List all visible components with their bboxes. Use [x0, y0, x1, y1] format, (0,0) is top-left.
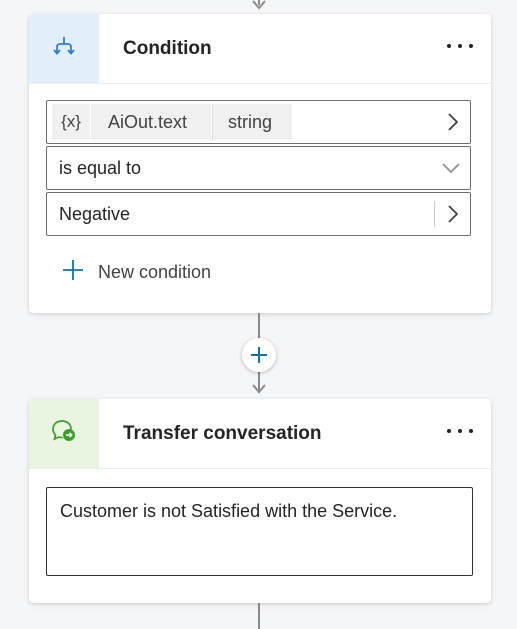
- new-condition-button[interactable]: New condition: [62, 259, 211, 286]
- condition-variable-field[interactable]: {x} AiOut.text string: [46, 100, 471, 144]
- chevron-right-icon[interactable]: [448, 101, 458, 143]
- connector-bottom: [258, 603, 260, 629]
- transfer-message-text: Customer is not Satisfied with the Servi…: [60, 501, 398, 521]
- plus-icon: [62, 259, 84, 286]
- condition-value: Negative: [59, 204, 131, 224]
- variable-type-chip: string: [212, 104, 292, 140]
- transfer-icon-box: [29, 399, 99, 468]
- new-condition-label: New condition: [98, 262, 212, 282]
- operator-dropdown[interactable]: is equal to: [46, 146, 471, 190]
- condition-card[interactable]: Condition {x} AiOut.text string is equal…: [29, 14, 491, 313]
- condition-card-header: Condition: [29, 14, 491, 84]
- more-icon[interactable]: [447, 421, 473, 441]
- transfer-message-textarea[interactable]: Customer is not Satisfied with the Servi…: [46, 487, 473, 576]
- chat-transfer-icon: [50, 418, 78, 449]
- branch-icon: [52, 34, 76, 63]
- transfer-card-header: Transfer conversation: [29, 399, 491, 469]
- transfer-title: Transfer conversation: [123, 423, 322, 444]
- operator-value: is equal to: [59, 158, 142, 178]
- condition-title: Condition: [123, 38, 212, 59]
- value-divider: [434, 201, 435, 227]
- variable-type-badge: {x}: [52, 104, 90, 140]
- condition-value-field[interactable]: Negative: [46, 192, 471, 236]
- variable-name-chip: AiOut.text: [91, 104, 211, 140]
- transfer-card[interactable]: Transfer conversation Customer is not Sa…: [29, 399, 491, 603]
- chevron-down-icon: [442, 147, 460, 189]
- chevron-right-icon[interactable]: [448, 193, 458, 235]
- more-icon[interactable]: [447, 36, 473, 56]
- condition-icon-box: [29, 14, 99, 83]
- add-node-button[interactable]: [242, 338, 276, 372]
